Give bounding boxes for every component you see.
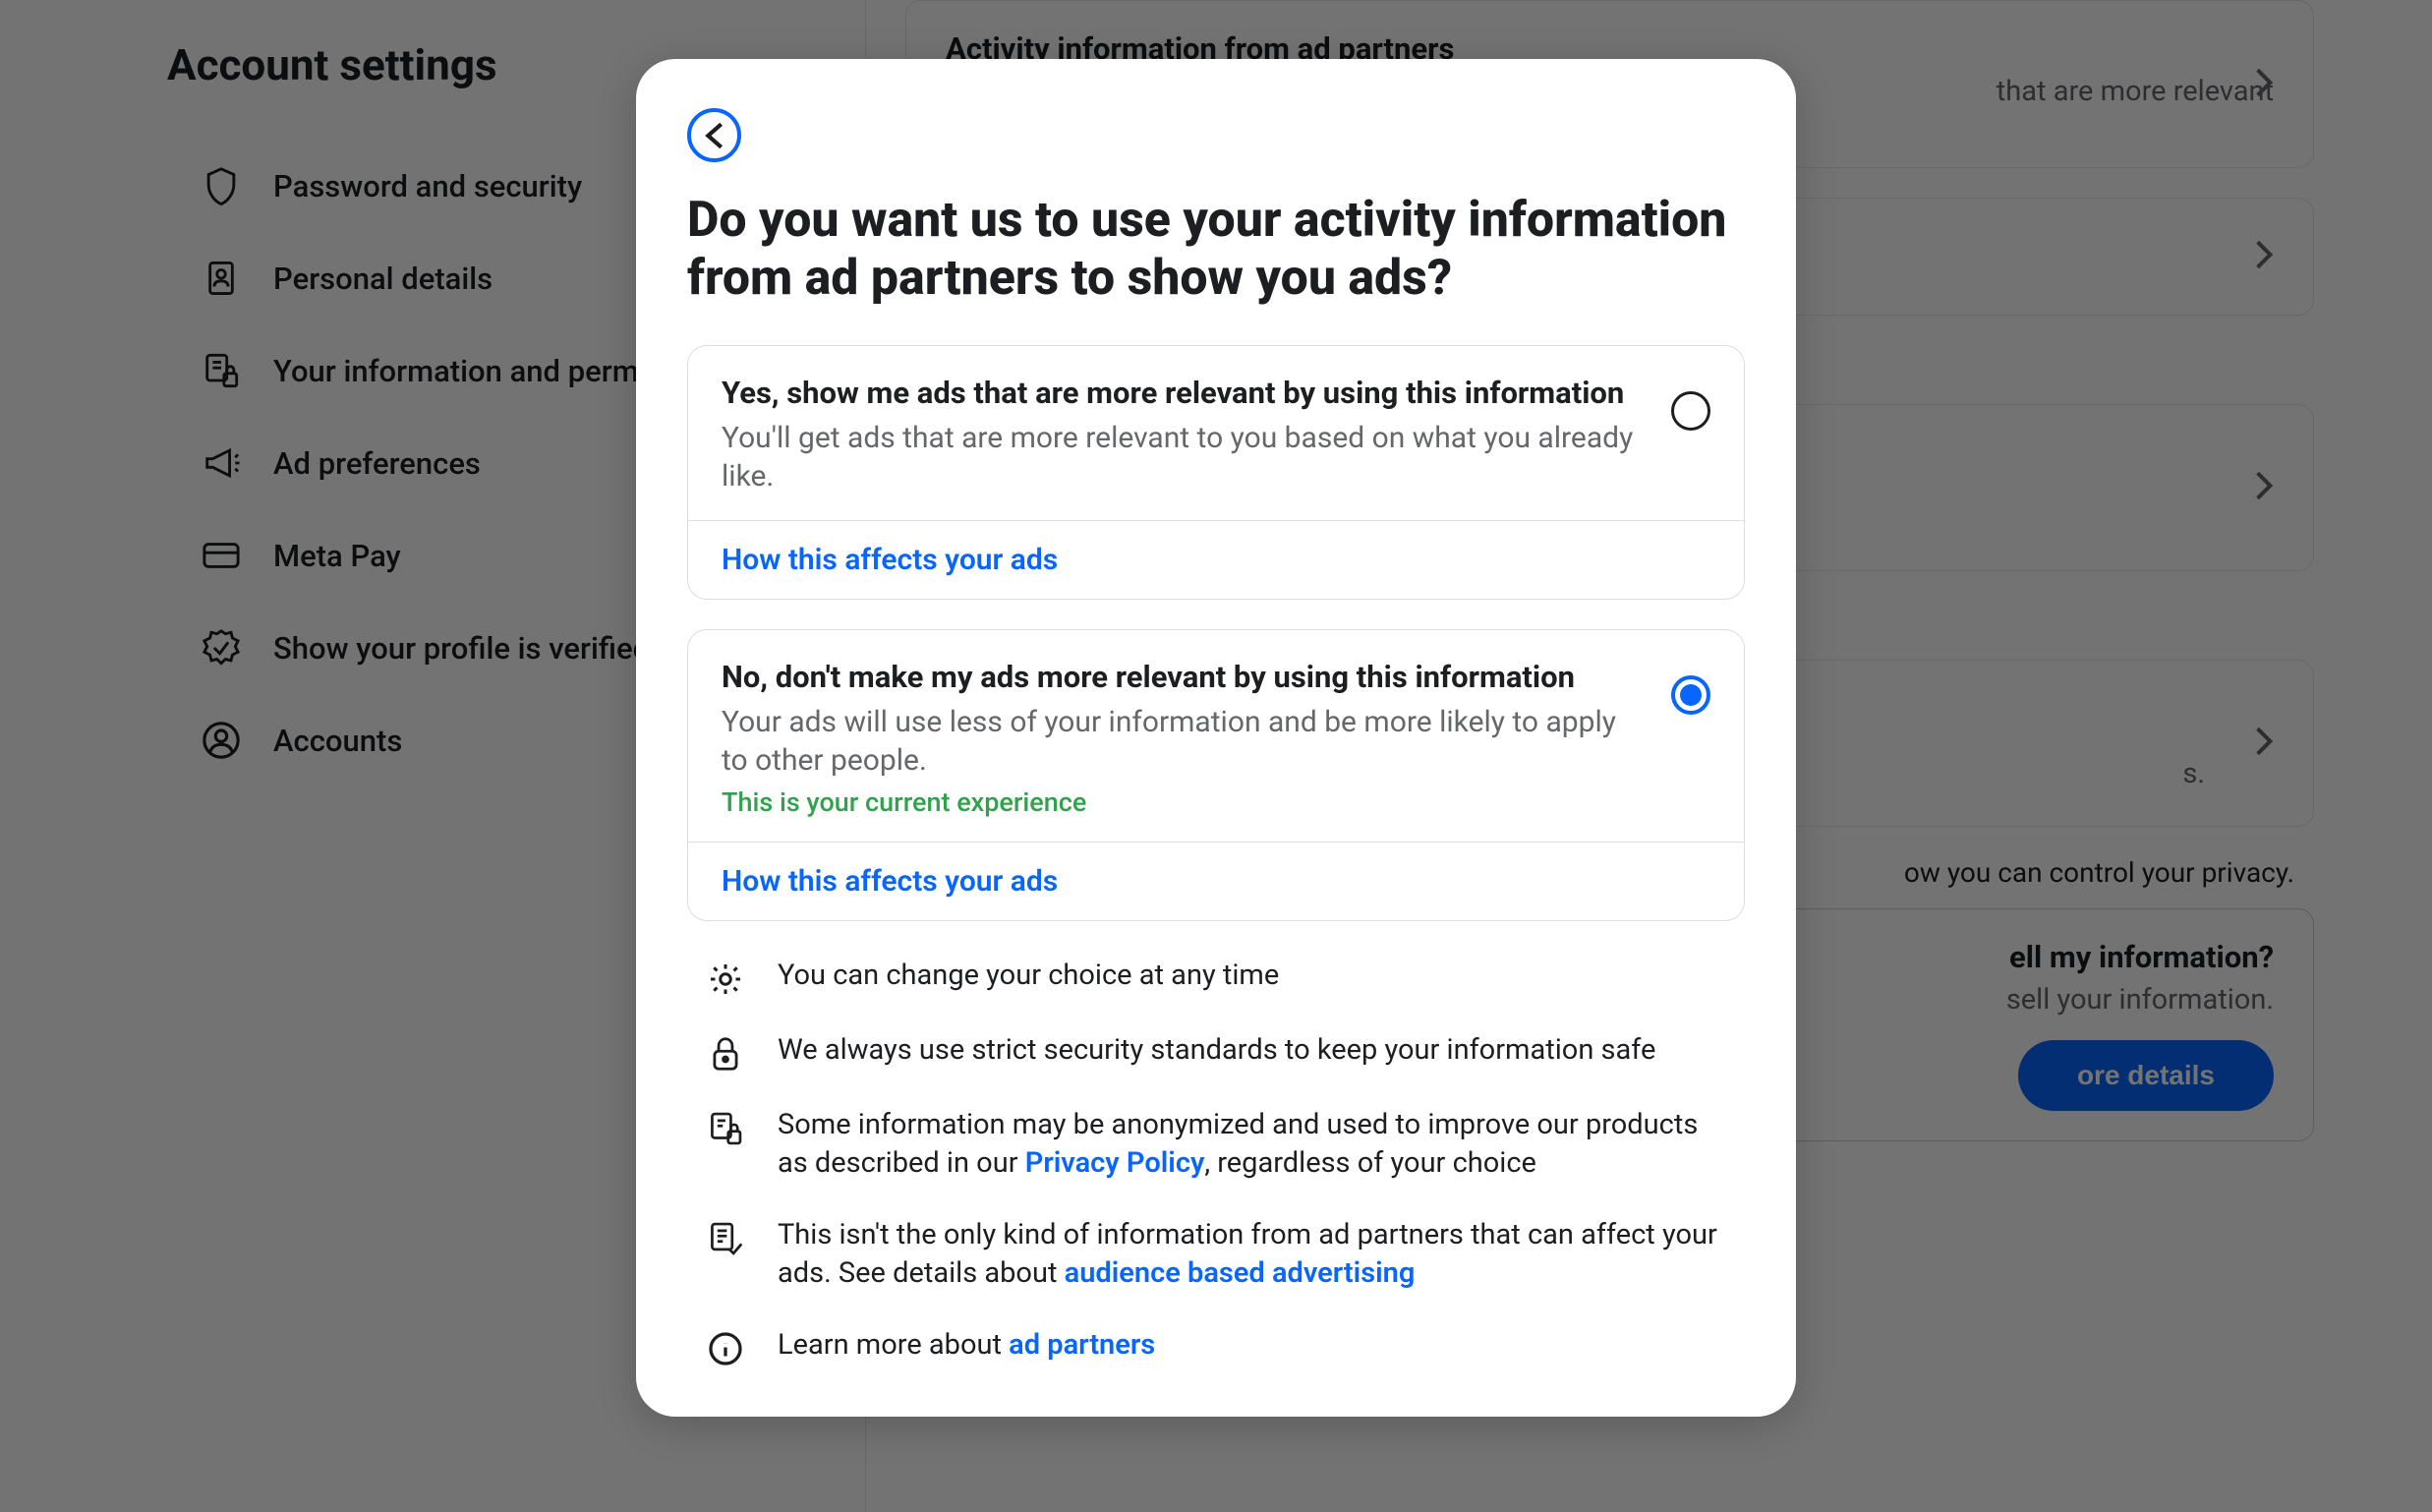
doc-check-icon bbox=[707, 1220, 744, 1257]
info-row-learn: Learn more about ad partners bbox=[707, 1326, 1725, 1367]
option-yes-title: Yes, show me ads that are more relevant … bbox=[722, 374, 1642, 413]
ad-partners-link[interactable]: ad partners bbox=[1009, 1328, 1155, 1362]
modal-overlay: Do you want us to use your activity info… bbox=[0, 0, 2432, 1512]
lock-icon bbox=[707, 1035, 744, 1073]
info-text: This isn't the only kind of information … bbox=[778, 1216, 1725, 1293]
option-yes-radio[interactable] bbox=[1671, 391, 1710, 431]
back-button[interactable] bbox=[687, 108, 741, 162]
info-row-audience: This isn't the only kind of information … bbox=[707, 1216, 1725, 1293]
option-no-title: No, don't make my ads more relevant by u… bbox=[722, 658, 1642, 697]
doc-lock-icon bbox=[707, 1110, 744, 1147]
radio-inner bbox=[1680, 684, 1702, 706]
option-no: No, don't make my ads more relevant by u… bbox=[687, 629, 1745, 921]
option-yes: Yes, show me ads that are more relevant … bbox=[687, 345, 1745, 600]
option-no-desc: Your ads will use less of your informati… bbox=[722, 703, 1642, 781]
info-text: Learn more about ad partners bbox=[778, 1326, 1155, 1365]
info-row-anonymized: Some information may be anonymized and u… bbox=[707, 1106, 1725, 1183]
audience-advertising-link[interactable]: audience based advertising bbox=[1065, 1256, 1416, 1290]
option-yes-main[interactable]: Yes, show me ads that are more relevant … bbox=[688, 346, 1744, 520]
info3-b: , regardless of your choice bbox=[1204, 1146, 1536, 1180]
option-no-radio[interactable] bbox=[1671, 675, 1710, 715]
info-row-security: We always use strict security standards … bbox=[707, 1031, 1725, 1073]
info-row-anytime: You can change your choice at any time bbox=[707, 957, 1725, 998]
info-text: You can change your choice at any time bbox=[778, 957, 1279, 995]
info-text: We always use strict security standards … bbox=[778, 1031, 1655, 1070]
option-yes-desc: You'll get ads that are more relevant to… bbox=[722, 419, 1642, 496]
gear-icon bbox=[707, 960, 744, 998]
info-icon bbox=[707, 1330, 744, 1367]
info-text: Some information may be anonymized and u… bbox=[778, 1106, 1725, 1183]
option-no-current: This is your current experience bbox=[722, 786, 1642, 818]
option-yes-affects-link[interactable]: How this affects your ads bbox=[688, 520, 1744, 599]
privacy-policy-link[interactable]: Privacy Policy bbox=[1025, 1146, 1205, 1180]
info-list: You can change your choice at any time W… bbox=[687, 951, 1745, 1368]
option-no-affects-link[interactable]: How this affects your ads bbox=[688, 842, 1744, 920]
info5-a: Learn more about bbox=[778, 1328, 1009, 1362]
option-no-main[interactable]: No, don't make my ads more relevant by u… bbox=[688, 630, 1744, 842]
chevron-left-icon bbox=[705, 121, 724, 150]
modal-title: Do you want us to use your activity info… bbox=[687, 192, 1745, 308]
ad-partners-modal: Do you want us to use your activity info… bbox=[636, 59, 1796, 1417]
